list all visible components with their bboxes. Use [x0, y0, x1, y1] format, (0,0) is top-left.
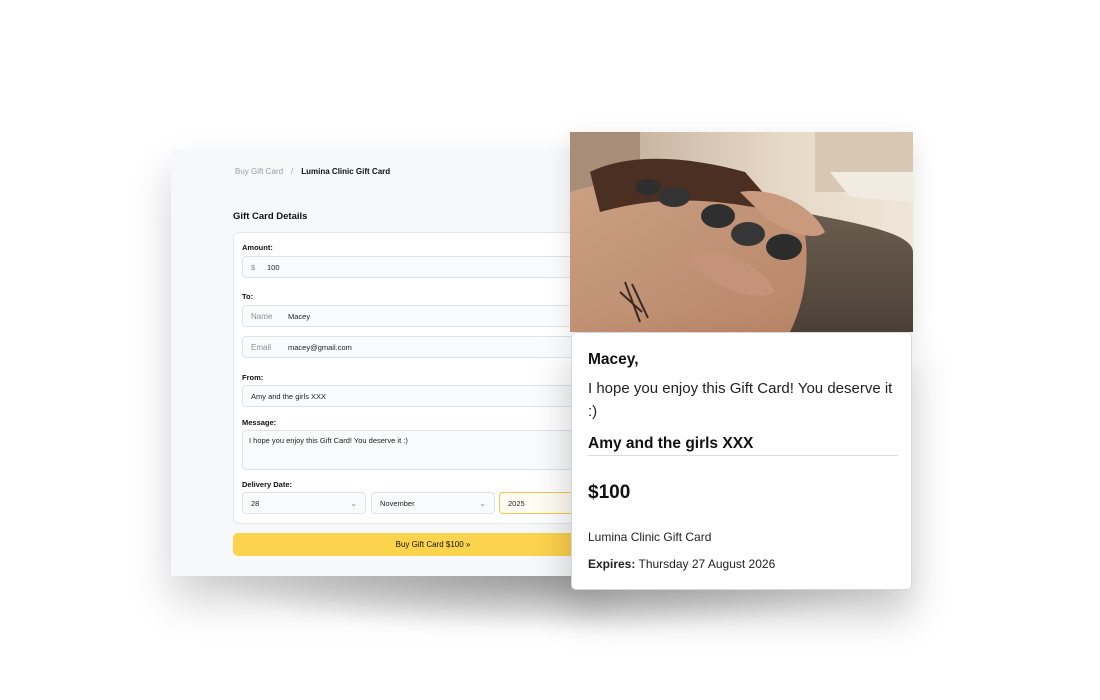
recipient-name-field[interactable]: Name Macey: [242, 305, 591, 327]
recipient-name-value: Macey: [288, 311, 311, 321]
sender-value: Amy and the girls XXX: [251, 391, 327, 401]
preview-clinic-name: Lumina Clinic Gift Card: [588, 530, 712, 544]
buy-gift-card-button[interactable]: Buy Gift Card $100 »: [233, 533, 591, 556]
recipient-email-field[interactable]: Email macey@gmail.com: [242, 336, 591, 358]
expires-label: Expires:: [588, 557, 636, 571]
delivery-day-select[interactable]: 28 ⌄: [242, 492, 366, 514]
massage-photo: [570, 132, 913, 332]
delivery-year-value: 2025: [508, 498, 525, 508]
breadcrumb: Buy Gift Card / Lumina Clinic Gift Card: [235, 167, 390, 176]
divider: [588, 455, 898, 456]
delivery-month-select[interactable]: November ⌄: [371, 492, 495, 514]
email-placeholder: Email: [251, 342, 272, 352]
amount-label: Amount:: [242, 243, 273, 252]
gift-card-form: Amount: $ 100 To: Name Macey Email macey…: [233, 232, 591, 524]
message-label: Message:: [242, 418, 277, 427]
recipient-email-value: macey@gmail.com: [288, 342, 352, 352]
section-title: Gift Card Details: [233, 211, 308, 222]
preview-recipient: Macey,: [588, 351, 639, 368]
sender-field[interactable]: Amy and the girls XXX: [242, 385, 591, 407]
to-label: To:: [242, 292, 254, 301]
gift-card-form-panel: Buy Gift Card / Lumina Clinic Gift Card …: [171, 149, 591, 576]
delivery-day-value: 28: [251, 498, 260, 508]
preview-expiry: Expires: Thursday 27 August 2026: [588, 557, 775, 571]
name-placeholder: Name: [251, 311, 273, 321]
breadcrumb-separator: /: [291, 167, 294, 176]
breadcrumb-parent-link[interactable]: Buy Gift Card: [235, 167, 283, 176]
currency-prefix: $: [251, 262, 256, 272]
delivery-date-label: Delivery Date:: [242, 480, 293, 489]
gift-card-preview: Macey, I hope you enjoy this Gift Card! …: [571, 332, 912, 590]
delivery-month-value: November: [380, 498, 415, 508]
preview-sender: Amy and the girls XXX: [588, 435, 754, 452]
chevron-down-icon: ⌄: [479, 498, 486, 508]
amount-value: 100: [267, 262, 280, 272]
preview-amount: $100: [588, 482, 631, 503]
expires-value: Thursday 27 August 2026: [638, 557, 776, 571]
breadcrumb-current: Lumina Clinic Gift Card: [301, 167, 391, 176]
amount-field[interactable]: $ 100: [242, 256, 591, 278]
chevron-down-icon: ⌄: [350, 498, 357, 508]
preview-message: I hope you enjoy this Gift Card! You des…: [588, 380, 893, 420]
message-textarea[interactable]: I hope you enjoy this Gift Card! You des…: [242, 430, 591, 470]
from-label: From:: [242, 373, 264, 382]
